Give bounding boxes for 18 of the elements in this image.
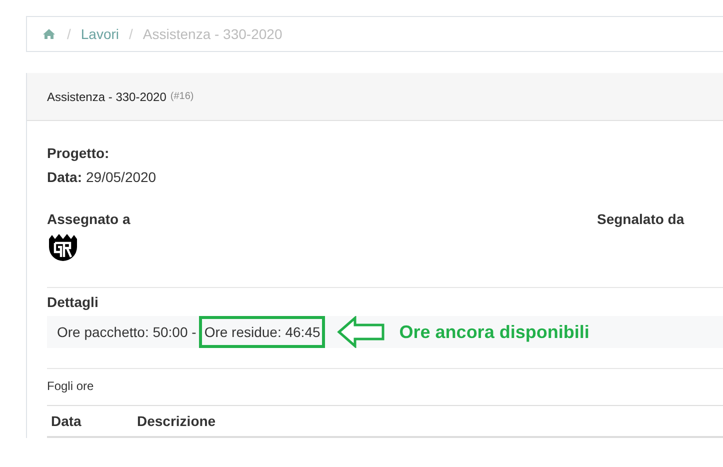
breadcrumb-separator: / — [67, 26, 71, 42]
ticket-number: (#16) — [170, 91, 194, 102]
column-header: Data — [50, 413, 82, 429]
panel-title: Assistenza - 330-2020 — [47, 90, 166, 104]
info-line: Data: 29/05/2020 — [47, 168, 158, 187]
breadcrumb-separator: / — [129, 26, 133, 42]
reported-label: Segnalato da — [597, 211, 684, 229]
highlighted-hours: Ore residue: 46:45 — [199, 316, 326, 348]
column-header: Descrizione — [137, 413, 216, 429]
details-label: Dettagli — [47, 294, 100, 310]
breadcrumb-item[interactable]: Lavori — [80, 26, 120, 42]
annotation-text: Ore ancora disponibili — [399, 322, 590, 342]
info-line: Progetto: — [47, 144, 110, 163]
home-icon[interactable] — [43, 29, 55, 39]
assigned-label: Assegnato a — [47, 211, 132, 227]
details-text: Ore pacchetto: 50:00 - — [57, 324, 196, 340]
timesheets-label: Fogli ore — [47, 379, 95, 393]
breadcrumb-item: Assistenza - 330-2020 — [142, 26, 282, 42]
